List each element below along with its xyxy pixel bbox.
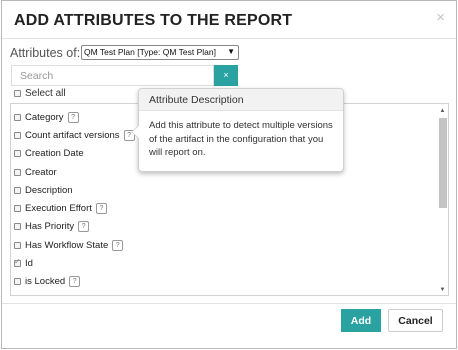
close-icon[interactable]: × — [436, 9, 445, 26]
checkbox-icon[interactable] — [14, 205, 21, 213]
artifact-type-selected: QM Test Plan [Type: QM Test Plan] — [84, 47, 216, 57]
dialog-title: ADD ATTRIBUTES TO THE REPORT — [14, 12, 293, 29]
attribute-label: Creator — [25, 166, 57, 178]
checkbox-icon[interactable] — [14, 223, 21, 231]
attribute-item[interactable]: Creator — [14, 163, 135, 181]
checkbox-icon[interactable] — [14, 186, 21, 194]
artifact-type-select[interactable]: QM Test Plan [Type: QM Test Plan] ▼ — [81, 45, 239, 60]
cancel-button[interactable]: Cancel — [388, 309, 443, 332]
attribute-item[interactable]: Description — [14, 181, 135, 199]
clear-search-button[interactable]: × — [214, 65, 238, 86]
tooltip-body: Add this attribute to detect multiple ve… — [149, 120, 333, 158]
attribute-label: Execution Effort — [25, 203, 92, 215]
checkbox-icon[interactable] — [14, 257, 21, 268]
select-all-label: Select all — [25, 88, 66, 99]
dropdown-arrow-icon: ▼ — [227, 47, 235, 56]
checkbox-icon[interactable] — [14, 150, 21, 158]
footer-divider — [2, 303, 456, 304]
scroll-thumb[interactable] — [439, 118, 447, 208]
select-all-checkbox[interactable]: Select all — [14, 88, 66, 99]
attribute-item[interactable]: is Locked? — [14, 273, 135, 291]
add-attributes-dialog: ADD ATTRIBUTES TO THE REPORT × Attribute… — [1, 0, 457, 349]
checkbox-icon[interactable] — [14, 278, 21, 286]
attribute-item[interactable]: Category? — [14, 108, 135, 126]
attribute-item[interactable]: Execution Effort? — [14, 199, 135, 217]
attribute-item[interactable]: Id — [14, 254, 135, 272]
attribute-item[interactable]: Has Workflow State? — [14, 236, 135, 254]
checkbox-icon[interactable] — [14, 168, 21, 176]
checkbox-icon[interactable] — [14, 131, 21, 139]
attribute-label: Id — [25, 258, 33, 270]
help-icon[interactable]: ? — [95, 203, 107, 215]
attribute-description-tooltip: Attribute Description Add this attribute… — [131, 88, 344, 172]
attribute-item[interactable]: Count artifact versions? — [14, 126, 135, 144]
scroll-up-icon[interactable]: ▲ — [438, 107, 447, 115]
help-icon[interactable]: ? — [78, 221, 90, 233]
scroll-down-icon[interactable]: ▼ — [438, 286, 447, 294]
attribute-item[interactable]: Creation Date — [14, 145, 135, 163]
checkbox-icon[interactable] — [14, 113, 21, 121]
help-icon[interactable]: ? — [69, 276, 81, 288]
attribute-label: Has Priority — [25, 221, 75, 233]
attribute-items: Category? Count artifact versions? Creatio… — [14, 108, 135, 291]
attribute-item[interactable]: Has Priority? — [14, 218, 135, 236]
attribute-label: Category — [25, 111, 64, 123]
checkbox-icon — [14, 90, 21, 97]
tooltip-header: Attribute Description — [139, 89, 343, 111]
attribute-label: Creation Date — [25, 148, 84, 160]
header-divider — [2, 38, 456, 39]
attribute-label: Count artifact versions — [25, 129, 120, 141]
attributes-of-label: Attributes of: — [10, 46, 81, 60]
help-icon[interactable]: ? — [112, 239, 124, 251]
help-icon[interactable]: ? — [67, 111, 79, 123]
search-input[interactable] — [11, 65, 214, 86]
attribute-label: Has Workflow State — [25, 239, 109, 251]
attribute-label: Description — [25, 184, 73, 196]
checkbox-icon[interactable] — [14, 241, 21, 249]
add-button[interactable]: Add — [341, 309, 381, 332]
attribute-label: is Locked — [25, 276, 66, 288]
list-scrollbar[interactable]: ▲ ▼ — [438, 105, 447, 294]
